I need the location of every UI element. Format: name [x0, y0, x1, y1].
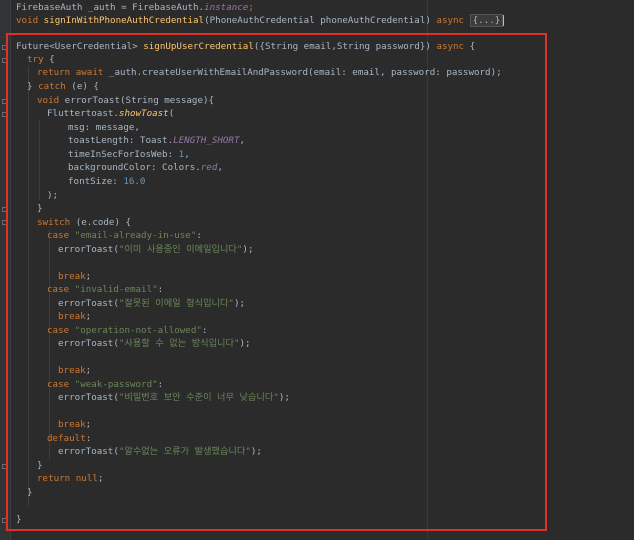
code-line[interactable]: void signInWithPhoneAuthCredential(Phone… [16, 14, 505, 27]
code-token: FirebaseAuth _auth = FirebaseAuth. [16, 2, 205, 13]
code-token: void [16, 15, 44, 26]
folded-code-block[interactable]: {...} [469, 14, 504, 27]
text-cursor [503, 15, 505, 26]
code-line[interactable]: FirebaseAuth _auth = FirebaseAuth.instan… [16, 1, 254, 14]
code-token: async [436, 15, 470, 26]
red-highlight-box [6, 33, 547, 531]
code-editor[interactable]: FirebaseAuth _auth = FirebaseAuth.instan… [0, 0, 634, 540]
code-token: (PhoneAuthCredential phoneAuthCredential… [204, 15, 437, 26]
code-token: instance [204, 2, 249, 13]
code-token: ; [248, 2, 254, 13]
code-token: signInWithPhoneAuthCredential [43, 15, 205, 26]
